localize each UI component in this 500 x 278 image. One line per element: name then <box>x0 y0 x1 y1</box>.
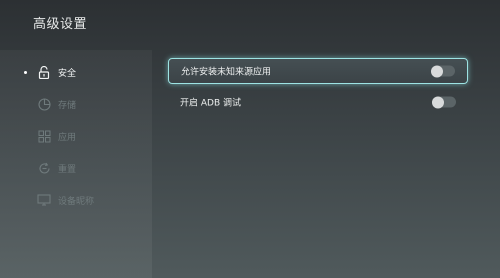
unknown-sources-toggle[interactable] <box>431 65 455 77</box>
settings-content: 允许安装未知来源应用 开启 ADB 调试 <box>152 50 500 278</box>
device-icon <box>36 192 52 208</box>
apps-icon <box>36 128 52 144</box>
page-title: 高级设置 <box>33 17 88 32</box>
setting-label: 开启 ADB 调试 <box>180 98 241 109</box>
sidebar-item-security[interactable]: 安全 <box>0 62 152 82</box>
storage-icon <box>36 96 52 112</box>
setting-row-unknown-sources[interactable]: 允许安装未知来源应用 <box>168 58 468 84</box>
toggle-knob <box>432 96 444 108</box>
adb-debug-toggle[interactable] <box>432 96 456 108</box>
active-indicator-dot <box>24 70 27 74</box>
setting-label: 允许安装未知来源应用 <box>181 67 272 78</box>
sidebar: 安全 存储 应用 重置 设备昵称 <box>0 50 152 278</box>
sidebar-item-label: 安全 <box>58 68 77 79</box>
sidebar-item-device-name[interactable]: 设备昵称 <box>0 190 152 210</box>
sidebar-item-apps[interactable]: 应用 <box>0 126 152 146</box>
setting-row-adb-debug[interactable]: 开启 ADB 调试 <box>168 89 468 115</box>
sidebar-item-label: 设备昵称 <box>58 196 95 207</box>
sidebar-item-label: 应用 <box>58 132 77 143</box>
toggle-knob <box>431 65 443 77</box>
sidebar-item-label: 存储 <box>58 100 77 111</box>
sidebar-item-reset[interactable]: 重置 <box>0 158 152 178</box>
lock-open-icon <box>36 64 52 80</box>
settings-screen: 高级设置 安全 存储 应用 重置 设备昵称 允许安装未知来源应用 开启 ADB … <box>0 0 500 278</box>
sidebar-item-storage[interactable]: 存储 <box>0 94 152 114</box>
reset-icon <box>36 160 52 176</box>
sidebar-item-label: 重置 <box>58 164 77 175</box>
